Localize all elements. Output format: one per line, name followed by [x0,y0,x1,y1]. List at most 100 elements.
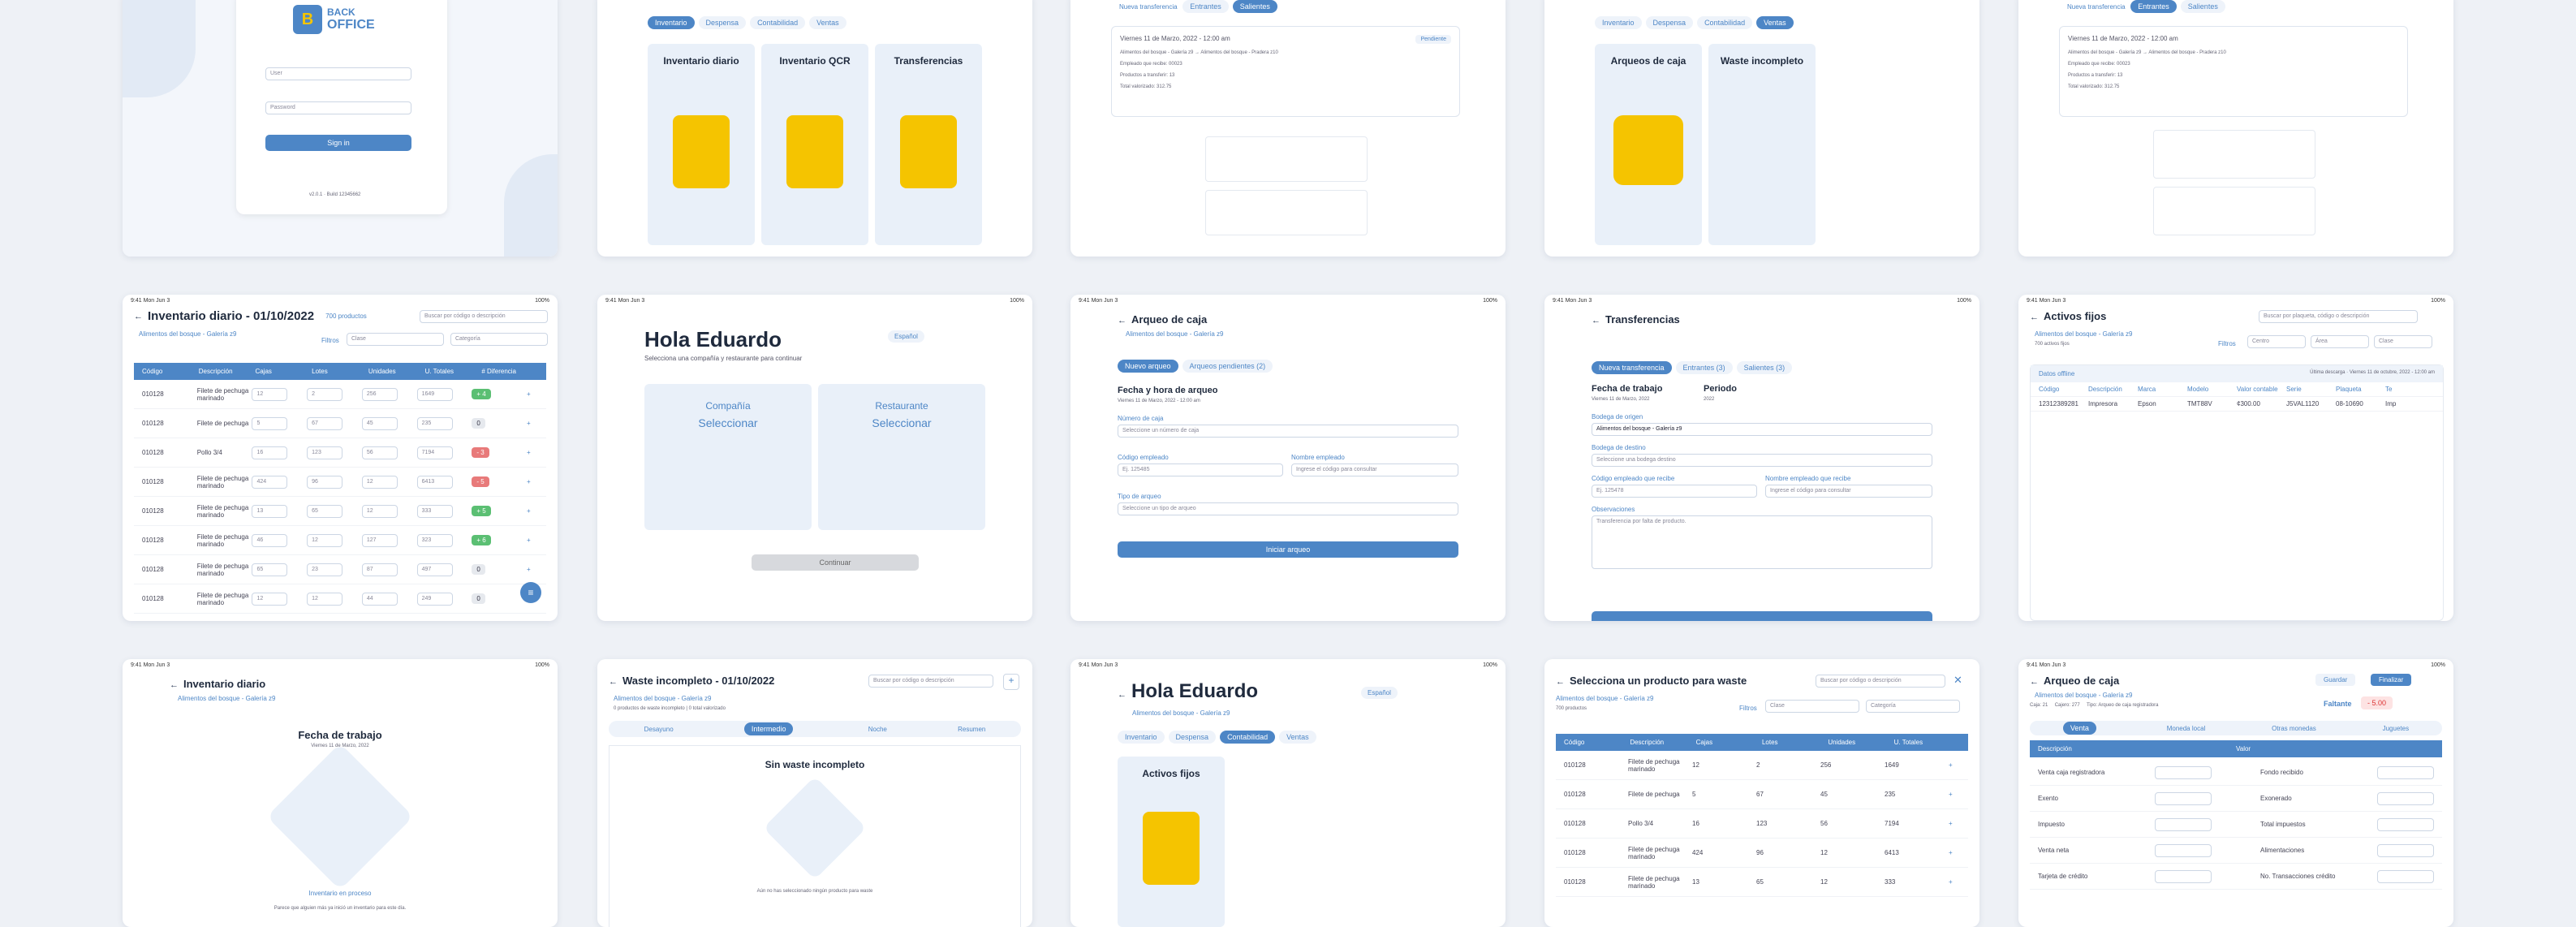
nombre-recibe-input[interactable]: Ingrese el código para consultar [1765,485,1932,498]
transfer-card[interactable]: Viernes 11 de Marzo, 2022 - 12:00 am Ali… [2059,26,2408,117]
tile-inventario-diario[interactable]: Inventario diario [648,44,755,245]
quantity-input[interactable]: 12 [252,387,288,401]
value-input[interactable] [2155,843,2212,857]
tab-entrantes[interactable]: Entrantes [1182,0,1229,13]
back-icon[interactable]: ← [1556,677,1565,687]
quantity-input[interactable]: 12 [361,504,398,518]
quantity-input[interactable]: 323 [416,533,453,547]
table-row[interactable]: 010128 Filete de pechuga marinado 65 23 87 49… [134,555,546,584]
clase-select[interactable]: Clase [1765,700,1859,713]
guardar-button[interactable]: Guardar [2315,674,2356,686]
value-input[interactable] [2377,817,2434,831]
quantity-input[interactable]: 23 [307,563,343,576]
quantity-input[interactable]: 249 [416,592,453,606]
quantity-input[interactable]: 127 [361,533,398,547]
quantity-input[interactable]: 12 [361,475,398,489]
menu-fab-icon[interactable]: ≡ [520,582,541,603]
quantity-input[interactable]: 12 [252,592,288,606]
tab-contabilidad[interactable]: Contabilidad [750,16,806,29]
codigo-recibe-input[interactable]: Ej. 125478 [1592,485,1757,498]
tab-contabilidad[interactable]: Contabilidad [1697,16,1753,29]
quantity-input[interactable]: 67 [307,416,343,430]
iniciar-button[interactable]: Iniciar arqueo [1118,541,1458,558]
table-row[interactable]: 010128 Filete de pechuga 5 67 45 235 + [1556,780,1968,809]
tab-noche[interactable]: Noche [868,726,887,733]
back-icon[interactable]: ← [2030,677,2039,687]
table-row[interactable]: 010128 Filete de pechuga marinado 424 96 12 6… [1556,839,1968,868]
add-icon[interactable]: + [527,537,538,544]
add-icon[interactable]: + [1949,761,1960,769]
submit-button[interactable] [1592,611,1932,621]
back-icon[interactable]: ← [609,677,618,687]
destino-select[interactable]: Seleccione una bodega destino [1592,454,1932,467]
quantity-input[interactable]: 5 [252,416,288,430]
company-select-tile[interactable]: Compañía Seleccionar [644,384,812,530]
table-row[interactable]: 010128 Filete de pechuga marinado 13 65 12 33… [1556,868,1968,897]
language-select[interactable]: Español [1361,687,1398,699]
table-row[interactable]: 010128 Filete de pechuga marinado 13 65 12 33… [134,497,546,526]
area-select[interactable]: Área [2311,335,2369,348]
quantity-input[interactable]: 12 [307,592,343,606]
close-icon[interactable]: ✕ [1954,674,1968,688]
quantity-input[interactable]: 16 [252,446,288,459]
tab-juguetes[interactable]: Juguetes [2383,725,2409,732]
tab-moneda-local[interactable]: Moneda local [2167,725,2206,732]
add-icon[interactable]: + [1949,820,1960,827]
signin-button[interactable]: Sign in [265,135,411,151]
tab-entrantes[interactable]: Entrantes (3) [1675,361,1733,374]
nombre-input[interactable]: Ingrese el código para consultar [1291,464,1458,476]
tile-arqueos[interactable]: Arqueos de caja [1595,44,1702,245]
tab-nueva[interactable]: Nueva transferencia [1119,3,1178,11]
tab-otras-monedas[interactable]: Otras monedas [2272,725,2316,732]
clase-select[interactable]: Clase [347,333,444,346]
tab-pendientes[interactable]: Arqueos pendientes (2) [1182,360,1273,373]
quantity-input[interactable]: 333 [416,504,453,518]
transfer-card-mini[interactable] [2153,130,2315,179]
clase-select[interactable]: Clase [2374,335,2432,348]
codigo-input[interactable]: Ej. 125485 [1118,464,1283,476]
quantity-input[interactable]: 12 [307,533,343,547]
quantity-input[interactable]: 7194 [416,446,453,459]
quantity-input[interactable]: 65 [252,563,288,576]
back-icon[interactable]: ← [1592,316,1600,326]
quantity-input[interactable]: 497 [416,563,453,576]
transfer-card-mini[interactable] [2153,187,2315,235]
origen-select[interactable]: Alimentos del bosque - Galería z9 [1592,423,1932,436]
tab-salientes[interactable]: Salientes (3) [1736,361,1793,374]
tab-nueva[interactable]: Nueva transferencia [1592,361,1672,374]
tile-activos[interactable]: Activos fijos [1118,757,1225,927]
tab-intermedio[interactable]: Intermedio [743,722,794,735]
add-icon[interactable]: + [527,478,538,485]
quantity-input[interactable]: 235 [416,416,453,430]
add-icon[interactable]: + [527,566,538,573]
language-select[interactable]: Español [888,330,924,343]
add-icon[interactable]: + [527,449,538,456]
categoria-select[interactable]: Categoría [1866,700,1960,713]
search-input[interactable]: Buscar por código o descripción [868,675,993,688]
tab-contabilidad[interactable]: Contabilidad [1220,731,1276,744]
tile-inventario-qcr[interactable]: Inventario QCR [761,44,868,245]
quantity-input[interactable]: 256 [361,387,398,401]
back-icon[interactable]: ← [2030,313,2039,322]
quantity-input[interactable]: 45 [361,416,398,430]
search-input[interactable]: Buscar por código o descripción [420,310,548,323]
table-row[interactable]: 010128 Pollo 3/4 16 123 56 7194 + [1556,809,1968,839]
tab-ventas[interactable]: Ventas [1756,16,1794,29]
search-input[interactable]: Buscar por plaqueta, código o descripció… [2259,310,2418,323]
quantity-input[interactable]: 13 [252,504,288,518]
tab-despensa[interactable]: Despensa [698,16,747,29]
tab-inventario[interactable]: Inventario [1595,16,1642,29]
table-row[interactable]: 010128 Filete de pechuga marinado 424 96 12 6… [134,468,546,497]
tab-inventario[interactable]: Inventario [648,16,695,29]
tab-salientes[interactable]: Salientes [1232,0,1277,13]
add-icon[interactable]: + [1949,878,1960,886]
quantity-input[interactable]: 44 [361,592,398,606]
add-icon[interactable]: + [1949,791,1960,798]
value-input[interactable] [2155,869,2212,883]
search-input[interactable]: Buscar por código o descripción [1816,675,1945,688]
value-input[interactable] [2377,843,2434,857]
add-icon[interactable]: + [527,390,538,398]
restaurant-select-tile[interactable]: Restaurante Seleccionar [818,384,985,530]
tab-ventas[interactable]: Ventas [1279,731,1316,744]
table-row[interactable]: 010128 Filete de pechuga 5 67 45 235 0 + [134,409,546,438]
